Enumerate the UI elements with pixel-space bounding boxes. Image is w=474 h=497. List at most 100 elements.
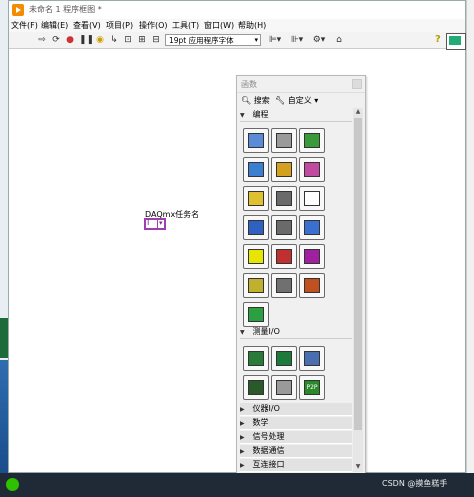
- programming-subpalette-icon[interactable]: [299, 128, 325, 153]
- programming-subpalette-icon[interactable]: [299, 186, 325, 211]
- category-label: 测量I/O: [252, 327, 280, 336]
- menu-tools[interactable]: 工具(T): [172, 20, 199, 31]
- step-out-icon[interactable]: ⊟: [151, 35, 161, 45]
- programming-subpalette-icon[interactable]: [243, 186, 269, 211]
- desktop-right-edge: [466, 0, 474, 473]
- measurement-subpalette-icon[interactable]: [271, 346, 297, 371]
- category-data-communication[interactable]: ▶ 数据通信: [240, 445, 352, 458]
- programming-subpalette-icon[interactable]: [243, 215, 269, 240]
- measurement-subpalette-icon[interactable]: [243, 346, 269, 371]
- category-label: 仪器I/O: [252, 404, 280, 413]
- programming-subpalette-icon[interactable]: [271, 186, 297, 211]
- programming-subpalette-icon-glyph: [276, 191, 292, 206]
- programming-subpalette-icon-glyph: [304, 278, 320, 293]
- programming-subpalette-icon[interactable]: [271, 215, 297, 240]
- palette-title: 函数: [241, 80, 257, 89]
- abort-icon[interactable]: ●: [65, 35, 75, 45]
- programming-subpalette-icon[interactable]: [299, 215, 325, 240]
- programming-subpalette-icon[interactable]: [271, 128, 297, 153]
- programming-subpalette-icon-glyph: [248, 191, 264, 206]
- category-connectivity[interactable]: ▶ 互连接口: [240, 459, 352, 472]
- programming-subpalette-icon[interactable]: [243, 273, 269, 298]
- chevron-down-icon[interactable]: ▾: [159, 219, 163, 227]
- search-icon: 🔍︎: [241, 96, 252, 105]
- constant-divider: [157, 220, 158, 228]
- programming-subpalette-icon[interactable]: [243, 302, 269, 327]
- programming-subpalette-icon[interactable]: [271, 157, 297, 182]
- collapsed-triangle-icon: ▶: [240, 462, 245, 469]
- programming-subpalette-icon[interactable]: [271, 273, 297, 298]
- align-objects-icon[interactable]: ⊫▾: [267, 35, 283, 45]
- expanded-triangle-icon: ▼: [240, 112, 245, 119]
- menu-project[interactable]: 项目(P): [106, 20, 133, 31]
- cleanup-diagram-icon[interactable]: ⌂: [333, 35, 345, 45]
- programming-subpalette-icon[interactable]: [243, 128, 269, 153]
- distribute-objects-icon[interactable]: ⊪▾: [289, 35, 305, 45]
- measurement-subpalette-icon[interactable]: P2P: [299, 375, 325, 400]
- highlight-execution-icon[interactable]: ◉: [95, 35, 105, 45]
- collapsed-triangle-icon: ▶: [240, 420, 245, 427]
- scroll-down-icon[interactable]: ▼: [353, 463, 363, 472]
- menu-edit[interactable]: 编辑(E): [41, 20, 68, 31]
- scroll-up-icon[interactable]: ▲: [353, 108, 363, 117]
- programming-subpalette-icon-glyph: [248, 307, 264, 322]
- palette-customize-button[interactable]: 🔧︎ 自定义 ▾: [275, 95, 318, 106]
- retain-wire-values-icon[interactable]: ↳: [109, 35, 119, 45]
- programming-subpalette-icon[interactable]: [299, 273, 325, 298]
- menu-help[interactable]: 帮助(H): [238, 20, 266, 31]
- expanded-triangle-icon: ▼: [240, 329, 245, 336]
- programming-subpalette-icon-glyph: [304, 162, 320, 177]
- programming-subpalette-icon[interactable]: [243, 244, 269, 269]
- measurement-subpalette-icon-glyph: [248, 380, 264, 395]
- programming-subpalette-icon-glyph: [304, 133, 320, 148]
- category-instrument-io[interactable]: ▶ 仪器I/O: [240, 403, 352, 416]
- pause-icon[interactable]: ❚❚: [79, 35, 94, 45]
- category-signal-processing[interactable]: ▶ 信号处理: [240, 431, 352, 444]
- collapsed-triangle-icon: ▶: [240, 448, 245, 455]
- window-title: 未命名 1 程序框图 *: [29, 5, 102, 14]
- category-math[interactable]: ▶ 数学: [240, 417, 352, 430]
- menu-file[interactable]: 文件(F): [11, 20, 38, 31]
- font-select[interactable]: 19pt 应用程序字体 ▾: [165, 34, 261, 46]
- run-continuously-icon[interactable]: ⟳: [51, 35, 61, 45]
- measurement-subpalette-icon[interactable]: [299, 346, 325, 371]
- programming-subpalette-icon-glyph: [248, 278, 264, 293]
- step-over-icon[interactable]: ⊞: [137, 35, 147, 45]
- wechat-icon[interactable]: [6, 478, 19, 491]
- programming-subpalette-icon[interactable]: [271, 244, 297, 269]
- programming-subpalette-icon-glyph: [248, 220, 264, 235]
- programming-subpalette-icon-glyph: [276, 220, 292, 235]
- category-programming[interactable]: ▼ 编程: [240, 109, 352, 122]
- programming-subpalette-icon-glyph: [276, 278, 292, 293]
- chevron-down-icon: ▾: [314, 96, 319, 105]
- scroll-thumb[interactable]: [354, 118, 362, 430]
- font-select-value: 19pt 应用程序字体: [169, 36, 234, 45]
- wrench-icon: 🔧︎: [275, 96, 286, 105]
- menu-window[interactable]: 窗口(W): [204, 20, 234, 31]
- palette-scrollbar[interactable]: ▲ ▼: [353, 108, 363, 472]
- menu-operate[interactable]: 操作(O): [139, 20, 168, 31]
- programming-subpalette-icon-glyph: [276, 249, 292, 264]
- reorder-icon[interactable]: ⚙▾: [311, 35, 327, 45]
- programming-subpalette-icon-glyph: [248, 249, 264, 264]
- palette-toolbar: 🔍︎ 搜索 🔧︎ 自定义 ▾: [237, 92, 365, 107]
- measurement-subpalette-icon[interactable]: [243, 375, 269, 400]
- daqmx-task-name-constant[interactable]: I ▾: [144, 218, 166, 230]
- measurement-subpalette-icon-glyph: [276, 380, 292, 395]
- category-measurement-io[interactable]: ▼ 测量I/O: [240, 326, 352, 339]
- chevron-down-icon: ▾: [254, 36, 258, 44]
- programming-subpalette-icon[interactable]: [299, 157, 325, 182]
- labview-app-icon: [12, 4, 24, 16]
- help-icon[interactable]: ?: [435, 34, 441, 45]
- measurement-subpalette-icon-glyph: [276, 351, 292, 366]
- run-arrow-icon[interactable]: ⇨: [37, 35, 47, 45]
- palette-search-button[interactable]: 🔍︎ 搜索: [241, 95, 270, 106]
- programming-subpalette-icon[interactable]: [299, 244, 325, 269]
- step-into-icon[interactable]: ⊡: [123, 35, 133, 45]
- measurement-subpalette-icon[interactable]: [271, 375, 297, 400]
- menu-view[interactable]: 查看(V): [73, 20, 101, 31]
- palette-close-button[interactable]: [352, 79, 362, 89]
- programming-subpalette-icon[interactable]: [243, 157, 269, 182]
- vi-icon-pane[interactable]: [446, 33, 466, 50]
- programming-subpalette-icon-glyph: [304, 191, 320, 206]
